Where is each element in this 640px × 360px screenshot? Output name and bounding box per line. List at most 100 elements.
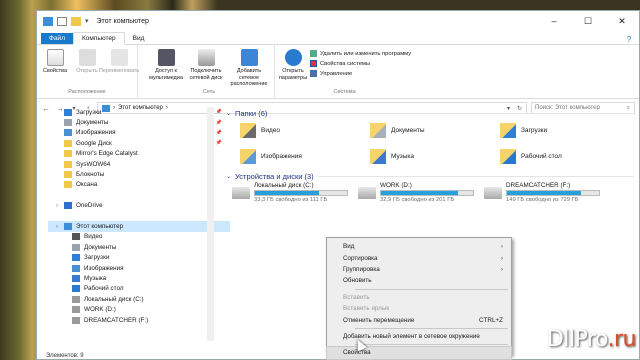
minimize-button[interactable]: – [537,16,571,27]
drive-usage-bar [506,190,600,196]
video-icon [72,233,80,241]
computer-icon [43,16,53,26]
drive-usage-bar [254,190,348,196]
context-menu-item[interactable]: Вставить [327,292,511,303]
drive-item[interactable]: WORK (D:) 32,9 ГБ свободно из 201 ГБ [358,182,484,208]
expand-chevron-icon[interactable]: › [56,223,60,230]
media-access-button[interactable]: Доступ к мультимедиа [147,47,185,89]
customize-quick-access-icon[interactable]: ▾ [85,17,89,25]
folders-header-label: Папки (6) [235,108,268,118]
folder-item[interactable]: Загрузки [500,119,630,141]
folder-icon [500,122,516,138]
nav-item-label: Загрузки [84,254,110,262]
drives-header-label: Устройства и диски (3) [235,171,314,181]
group-system: Открыть параметры Удалить или изменить п… [275,45,414,98]
nav-item-label: DREAMCATCHER (F:) [84,316,149,324]
open-settings-button[interactable]: Открыть параметры [278,47,308,89]
folders-grid: Видео Документы Загрузки Изображения Музыка Р… [226,119,640,167]
context-menu-item[interactable]: Отменить перемещение CTRL+Z [327,314,511,325]
nav-item[interactable]: › Этот компьютер [48,221,230,232]
maximize-button[interactable]: ☐ [571,16,605,27]
uninstall-programs-link[interactable]: Удалить или изменить программу [310,50,411,57]
context-menu-item[interactable]: Обновить [327,275,511,286]
tab-computer[interactable]: Компьютер [72,32,125,45]
folder-label: Документы [391,126,425,134]
menu-shortcut: CTRL+Z [479,316,503,324]
drive-item[interactable]: Локальный диск (C:) 33,3 ГБ свободно из 1… [232,182,358,208]
status-bar-text: Элементов: 9 [46,353,84,359]
tab-file[interactable]: Файл [41,33,73,44]
manage-link[interactable]: Управление [310,70,411,77]
nav-item[interactable]: Изображения [48,263,230,273]
submenu-arrow-icon: › [500,254,503,262]
folder-icon [64,139,72,147]
nav-item[interactable]: DREAMCATCHER (F:) [48,315,230,325]
menu-item-label: Отменить перемещение [343,316,415,324]
properties-quick-icon[interactable] [57,16,67,26]
nav-item[interactable]: Документы [48,242,230,252]
drive-free-space: 32,9 ГБ свободно из 201 ГБ [380,197,455,203]
collapse-chevron-icon: ⌄ [226,110,232,117]
menu-separator [355,288,508,290]
nav-item-label: Загрузки [76,108,102,116]
computer-icon [64,222,72,230]
folder-item[interactable]: Рабочий стол [500,145,630,167]
manage-label: Управление [320,70,353,77]
drive-usage-fill [507,191,581,195]
drive-name: WORK (D:) [380,182,412,189]
nav-item[interactable]: Локальный диск (C:) [48,294,230,304]
drives-section-header[interactable]: ⌄ Устройства и диски (3) [226,170,640,182]
nav-item[interactable]: Google Диск 📌 [48,138,230,148]
nav-item[interactable]: Загрузки [48,252,230,262]
properties-button[interactable]: Свойства [40,47,70,89]
nav-item[interactable]: Mirror's Edge Catalyst [48,149,230,159]
drives-grid: Локальный диск (C:) 33,3 ГБ свободно из 1… [226,182,640,208]
nav-item[interactable]: SysWOW64 [48,159,230,169]
folder-item[interactable]: Документы [370,119,500,141]
context-menu-item[interactable]: Вид › [327,241,511,252]
uninstall-programs-label: Удалить или изменить программу [320,50,412,57]
nav-item[interactable]: Видео [48,232,230,242]
map-network-drive-button[interactable]: Подключить сетевой диск [187,47,225,89]
rename-button[interactable]: Переименовать [99,47,139,89]
pin-icon: 📌 [215,109,222,116]
tab-view[interactable]: Вид [125,33,153,44]
context-menu-item[interactable]: Свойства [326,346,512,360]
nav-item[interactable]: Музыка [48,273,230,283]
drive-item[interactable]: DREAMCATCHER (F:) 149 ГБ свободно из 729 … [484,182,610,208]
help-icon[interactable]: ? [619,35,639,44]
folder-item[interactable]: Музыка [370,145,500,167]
folder-item[interactable]: Изображения [240,145,370,167]
nav-item[interactable]: Рабочий стол [48,284,230,294]
new-folder-quick-icon[interactable] [71,16,81,26]
pin-icon: 📌 [215,140,222,147]
folder-icon [64,171,72,179]
context-menu-item[interactable]: Сортировка › [327,252,511,263]
system-properties-link[interactable]: Свойства системы [310,60,411,67]
nav-item[interactable]: Изображения 📌 [48,128,230,138]
watermark-text: DllPro [546,327,608,352]
nav-item[interactable]: Блокноты [48,169,230,179]
navigation-scrollbar[interactable] [207,107,214,341]
context-menu-item[interactable]: Вставить ярлык [327,303,511,314]
manage-icon [310,70,317,77]
submenu-arrow-icon: › [500,265,503,273]
nav-item[interactable]: Документы 📌 [48,117,230,127]
nav-item[interactable]: Загрузки 📌 [48,107,230,117]
folders-section-header[interactable]: ⌄ Папки (6) [226,107,640,119]
documents-icon [72,243,80,251]
nav-item[interactable]: Оксана [48,180,230,190]
drive-free-space: 33,3 ГБ свободно из 111 ГБ [254,197,328,203]
nav-item[interactable]: WORK (D:) [48,304,230,314]
open-button[interactable]: Открыть [72,47,102,89]
nav-item[interactable]: › OneDrive [48,201,230,211]
add-network-location-button[interactable]: Добавить сетевое расположение [227,47,271,89]
properties-label: Свойства [42,68,68,74]
folder-item[interactable]: Видео [240,119,370,141]
nav-item-label: Google Диск [76,139,112,147]
download-icon [64,108,72,116]
expand-chevron-icon[interactable]: › [56,202,60,209]
context-menu-item[interactable]: Группировка › [327,264,511,275]
close-button[interactable]: ✕ [605,16,639,27]
